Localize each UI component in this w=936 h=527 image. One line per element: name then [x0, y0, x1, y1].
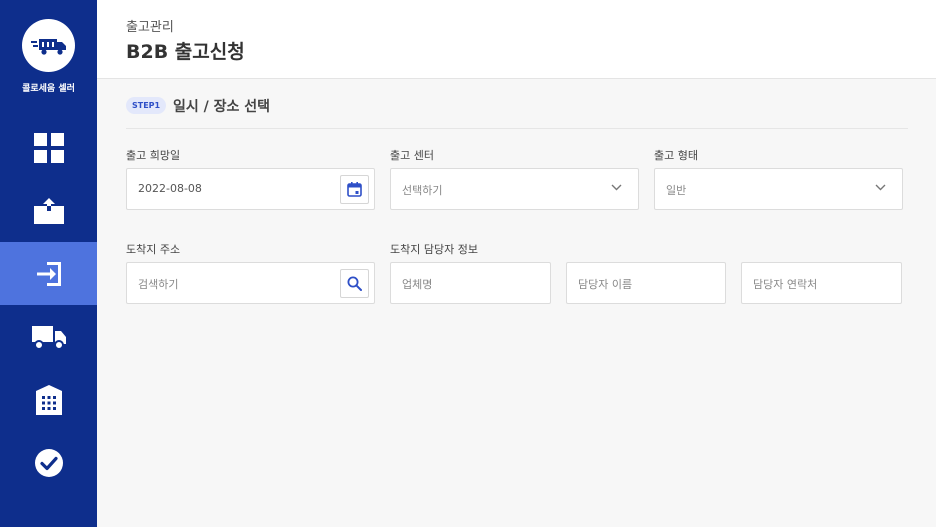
contact-label: 도착지 담당자 정보: [390, 243, 478, 256]
company-name-field[interactable]: 업체명: [390, 262, 551, 304]
type-label: 출고 형태: [654, 149, 698, 162]
divider: [126, 128, 908, 129]
calendar-button[interactable]: [340, 175, 369, 204]
step-title: 일시 / 장소 선택: [173, 99, 271, 115]
step-badge: STEP1: [126, 97, 167, 114]
sidebar-item-inbound[interactable]: [0, 179, 97, 242]
address-search-input[interactable]: 검색하기: [126, 262, 375, 304]
outbound-arrow-icon: [36, 261, 61, 286]
truck-logo-icon: [30, 38, 66, 55]
logo[interactable]: [22, 19, 75, 72]
check-circle-icon: [34, 448, 63, 477]
address-search-button[interactable]: [340, 269, 369, 298]
date-label: 출고 희망일: [126, 149, 181, 162]
center-label: 출고 센터: [390, 149, 434, 162]
sidebar: 콜로세움 셀러: [0, 0, 97, 527]
sidebar-item-warehouse[interactable]: [0, 368, 97, 431]
page-title: B2B 출고신청: [126, 41, 245, 63]
type-select[interactable]: 일반: [654, 168, 903, 210]
address-placeholder: 검색하기: [138, 278, 179, 291]
sidebar-item-outbound[interactable]: [0, 242, 97, 305]
page-header: 출고관리 B2B 출고신청: [97, 0, 936, 79]
date-value: 2022-08-08: [138, 182, 202, 195]
type-value: 일반: [666, 184, 687, 197]
search-icon: [347, 276, 362, 291]
center-select[interactable]: 선택하기: [390, 168, 639, 210]
company-placeholder: 업체명: [402, 278, 433, 291]
truck-icon: [31, 325, 66, 350]
calendar-icon: [347, 182, 362, 197]
address-label: 도착지 주소: [126, 243, 181, 256]
contact-phone-placeholder: 담당자 연락처: [753, 278, 818, 291]
sidebar-item-dashboard[interactable]: [0, 116, 97, 179]
contact-phone-field[interactable]: 담당자 연락처: [741, 262, 902, 304]
chevron-down-icon: [611, 184, 622, 191]
sidebar-item-check[interactable]: [0, 431, 97, 494]
box-inbound-icon: [33, 197, 64, 224]
contact-name-field[interactable]: 담당자 이름: [566, 262, 726, 304]
chevron-down-icon: [875, 184, 886, 191]
brand-name: 콜로세움 셀러: [22, 84, 75, 94]
grid-icon: [33, 132, 64, 163]
date-field[interactable]: 2022-08-08: [126, 168, 375, 210]
warehouse-icon: [35, 384, 62, 415]
contact-name-placeholder: 담당자 이름: [578, 278, 633, 291]
center-placeholder: 선택하기: [402, 184, 443, 197]
sidebar-item-delivery[interactable]: [0, 305, 97, 368]
breadcrumb: 출고관리: [126, 20, 174, 35]
